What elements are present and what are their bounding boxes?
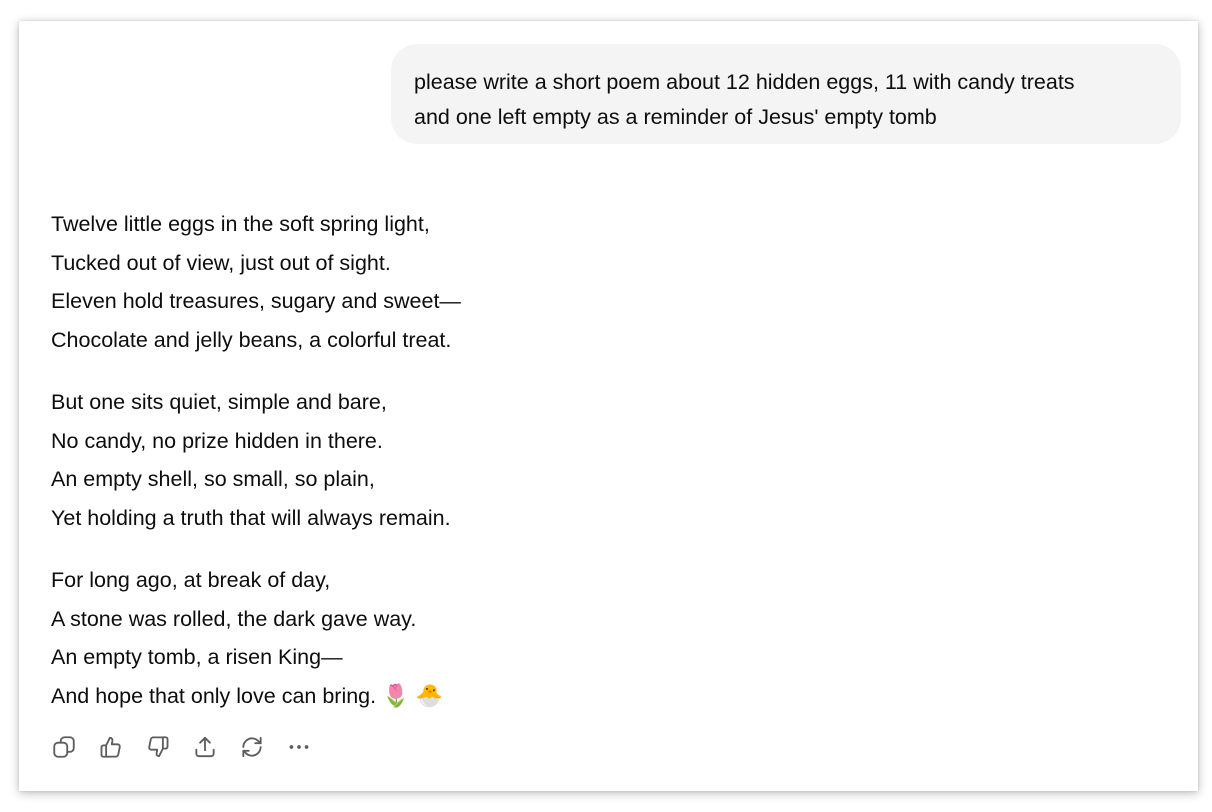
thumbs-down-button[interactable]: [145, 734, 171, 760]
poem-line: Tucked out of view, just out of sight.: [51, 250, 391, 275]
user-message-bubble: please write a short poem about 12 hidde…: [391, 44, 1181, 144]
poem-stanza-2: But one sits quiet, simple and bare, No …: [51, 383, 751, 537]
chat-window: please write a short poem about 12 hidde…: [19, 21, 1198, 791]
poem-line: Eleven hold treasures, sugary and sweet—: [51, 289, 461, 313]
message-action-bar: [51, 734, 333, 760]
poem-line: An empty tomb, a risen King—: [51, 645, 343, 669]
copy-button[interactable]: [51, 734, 77, 760]
thumbs-up-button[interactable]: [98, 734, 124, 760]
share-button[interactable]: [192, 734, 218, 760]
regenerate-button[interactable]: [239, 734, 265, 760]
more-icon: [289, 745, 309, 749]
thumbs-up-icon: [100, 736, 121, 758]
poem-line-last: And hope that only love can bring. 🌷 🐣: [51, 677, 751, 716]
poem-line: For long ago, at break of day,: [51, 568, 331, 592]
assistant-message: Twelve little eggs in the soft spring li…: [51, 205, 751, 715]
poem-line: But one sits quiet, simple and bare,: [51, 390, 387, 414]
user-message-line: and one left empty as a reminder of Jesu…: [414, 105, 937, 129]
hatching-chick-emoji: 🐣: [415, 682, 443, 708]
poem-line: Yet holding a truth that will always rem…: [51, 505, 451, 530]
poem-line: Chocolate and jelly beans, a colorful tr…: [51, 327, 452, 352]
poem-line: A stone was rolled, the dark gave way.: [51, 606, 417, 631]
poem-line-text: And hope that only love can bring.: [51, 683, 377, 708]
poem-line: No candy, no prize hidden in there.: [51, 428, 383, 453]
thumbs-down-icon: [148, 736, 169, 758]
regenerate-icon: [242, 736, 262, 758]
share-icon: [195, 736, 215, 758]
tulip-emoji: 🌷: [382, 682, 410, 708]
poem-stanza-1: Twelve little eggs in the soft spring li…: [51, 205, 751, 359]
poem-line: An empty shell, so small, so plain,: [51, 467, 375, 491]
copy-icon: [53, 736, 75, 758]
more-options-button[interactable]: [286, 734, 312, 760]
user-message-line: please write a short poem about 12 hidde…: [414, 70, 1075, 94]
poem-stanza-3: For long ago, at break of day, A stone w…: [51, 561, 751, 715]
poem-line: Twelve little eggs in the soft spring li…: [51, 212, 430, 236]
